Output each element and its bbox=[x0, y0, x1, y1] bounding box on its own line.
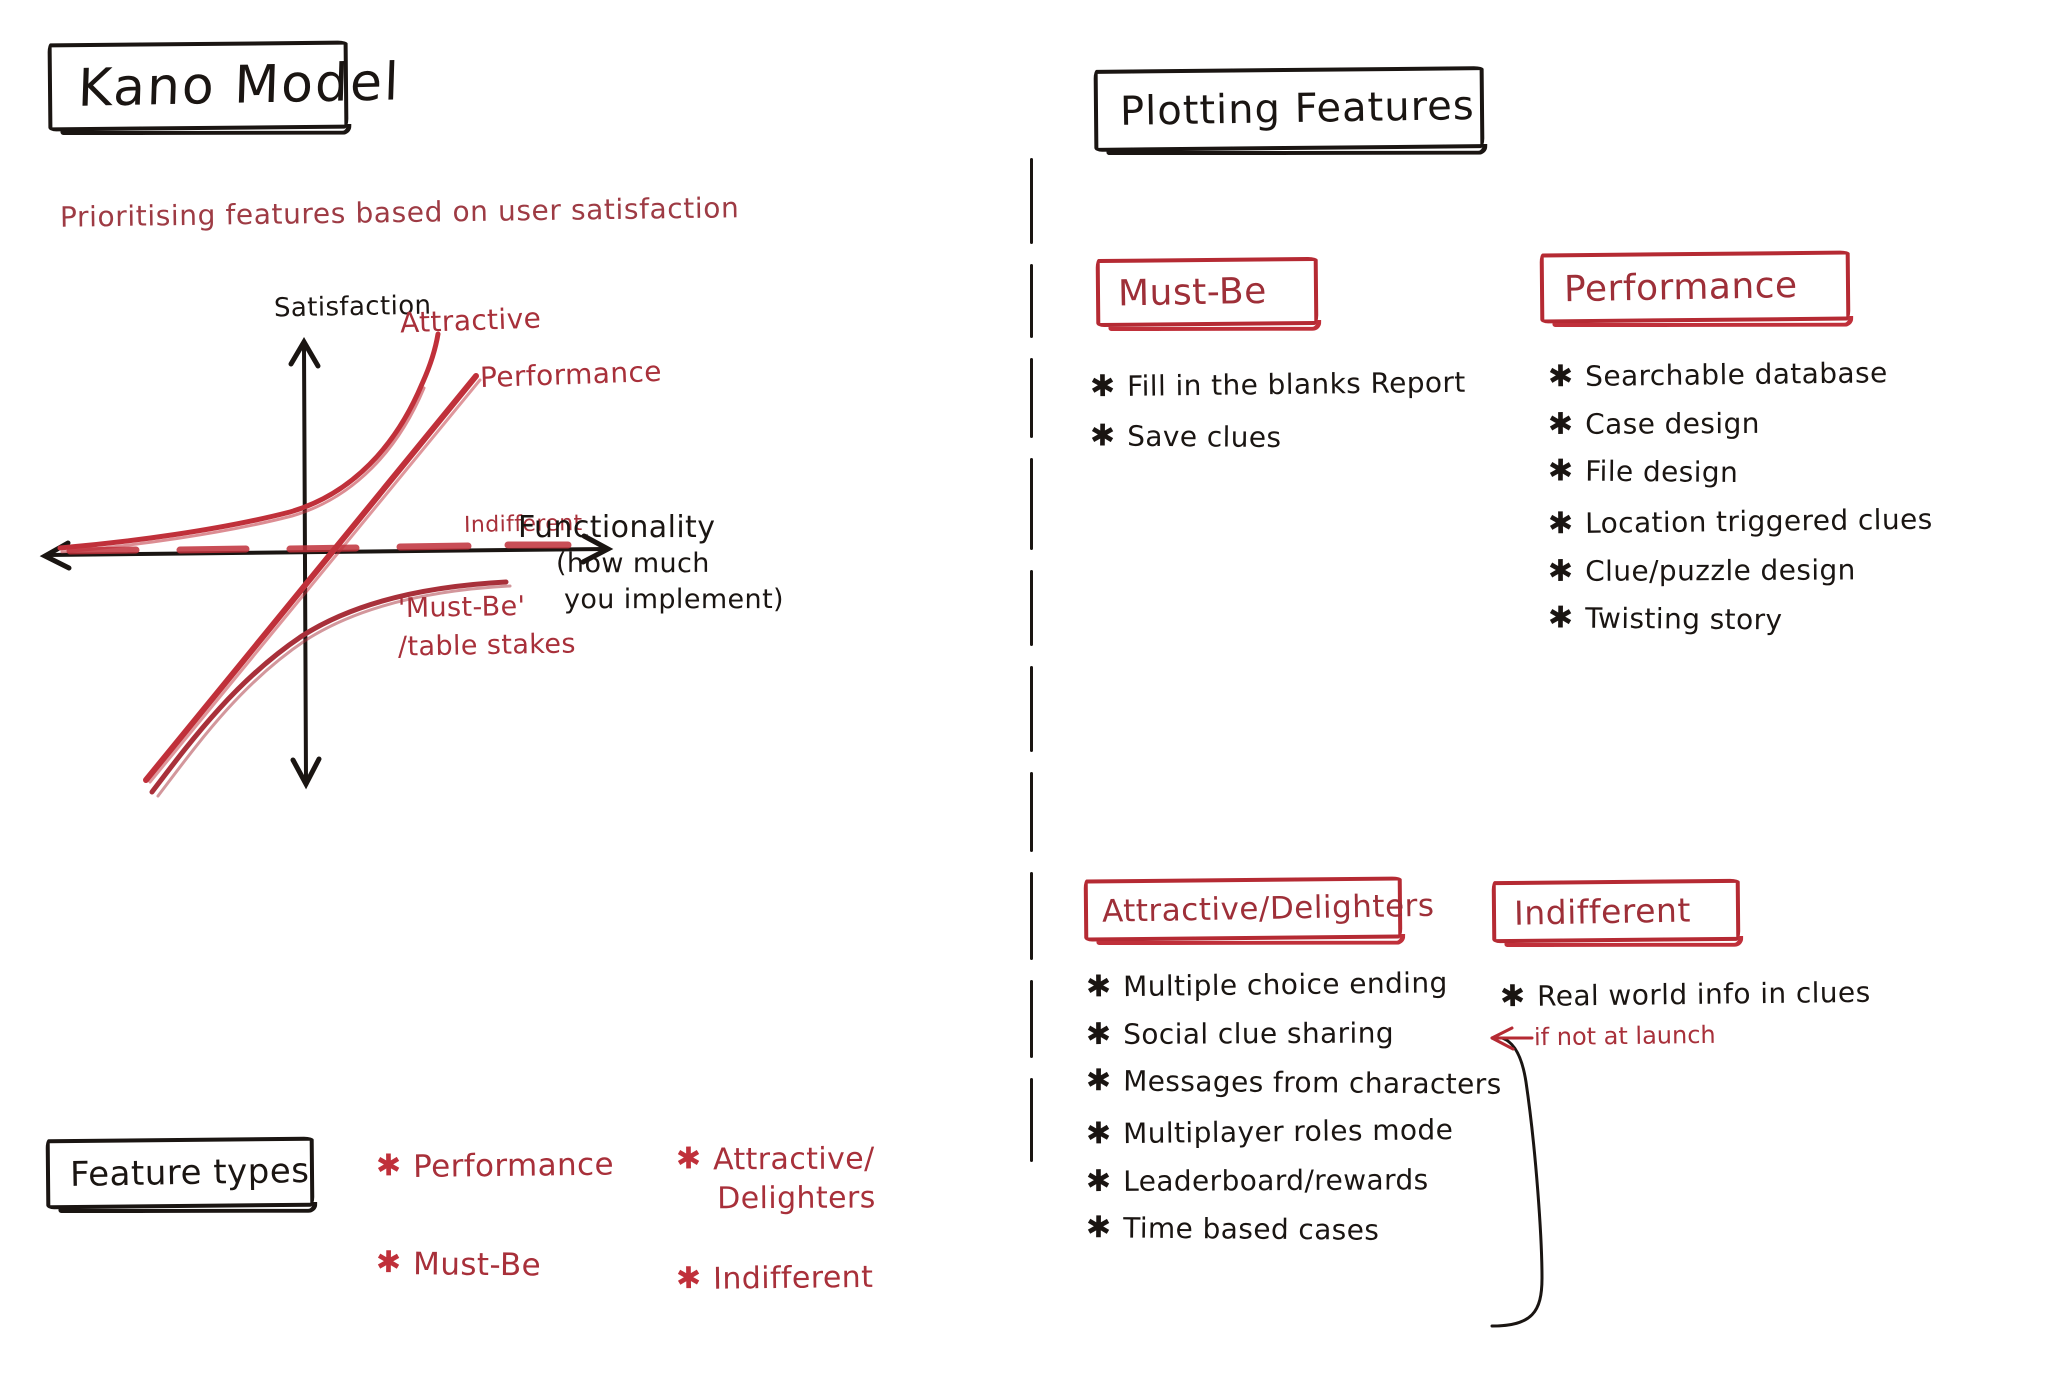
section-heading-box-indifferent: Indifferent bbox=[1491, 878, 1741, 944]
list-item-label: Location triggered clues bbox=[1584, 502, 1933, 540]
legend-item-attractive-delighters: ✱ Attractive/ Delighters bbox=[676, 1141, 876, 1217]
series-label-performance: Performance bbox=[479, 354, 663, 395]
asterisk-icon: ✱ bbox=[1089, 418, 1116, 454]
asterisk-icon: ✱ bbox=[1547, 506, 1574, 542]
list-item: ✱ Location triggered clues bbox=[1547, 502, 1933, 542]
asterisk-icon: ✱ bbox=[1085, 1164, 1112, 1200]
asterisk-icon: ✱ bbox=[1547, 359, 1574, 395]
page-title: Kano Model bbox=[76, 52, 402, 119]
page-subtitle: Prioritising features based on user sati… bbox=[59, 191, 740, 234]
legend-item-must-be: ✱ Must-Be bbox=[375, 1244, 614, 1285]
list-item: ✱ Twisting story bbox=[1547, 600, 1933, 637]
list-item-label: Searchable database bbox=[1584, 356, 1888, 393]
legend-column-one: ✱ Performance ✱ Must-Be bbox=[375, 1147, 614, 1299]
plotting-features-title-box: Plotting Features bbox=[1093, 66, 1485, 152]
asterisk-icon: ✱ bbox=[1089, 368, 1116, 405]
list-item-label: Case design bbox=[1585, 406, 1760, 441]
asterisk-icon: ✱ bbox=[1085, 1210, 1112, 1246]
asterisk-icon: ✱ bbox=[1547, 554, 1574, 590]
asterisk-icon: ✱ bbox=[675, 1141, 702, 1177]
x-axis-label: Functionality bbox=[518, 510, 716, 545]
legend-item-label-line-2: Delighters bbox=[717, 1180, 876, 1217]
legend-item-label: Indifferent bbox=[712, 1259, 874, 1297]
kano-model-title-box: Kano Model bbox=[47, 40, 402, 132]
list-item-label: Twisting story bbox=[1585, 601, 1783, 637]
asterisk-icon: ✱ bbox=[1547, 453, 1574, 489]
asterisk-icon: ✱ bbox=[1085, 1116, 1112, 1152]
asterisk-icon: ✱ bbox=[375, 1244, 402, 1280]
section-heading-box-attractive-delighters: Attractive/Delighters bbox=[1083, 876, 1435, 942]
asterisk-icon: ✱ bbox=[675, 1260, 702, 1296]
legend-item-label-line-1: Attractive/ bbox=[712, 1141, 875, 1178]
asterisk-icon: ✱ bbox=[1547, 406, 1574, 443]
legend-item-label: Must-Be bbox=[412, 1245, 542, 1283]
section-items-performance: ✱ Searchable database ✱ Case design ✱ Fi… bbox=[1547, 356, 1933, 652]
section-heading-box-must-be: Must-Be bbox=[1095, 256, 1319, 328]
list-item-label: Multiple choice ending bbox=[1122, 966, 1448, 1004]
section-heading-performance: Performance bbox=[1563, 264, 1798, 310]
list-item: ✱ Multiple choice ending bbox=[1085, 965, 1502, 1005]
list-item: ✱ Case design bbox=[1547, 406, 1933, 443]
list-item: ✱ Save clues bbox=[1089, 418, 1466, 455]
list-item-label: Real world info in clues bbox=[1536, 975, 1871, 1013]
list-item-label: Save clues bbox=[1127, 419, 1282, 455]
asterisk-icon: ✱ bbox=[1085, 969, 1112, 1005]
section-heading-indifferent: Indifferent bbox=[1513, 890, 1692, 933]
annotation-if-not-at-launch: if not at launch bbox=[1533, 1020, 1716, 1052]
legend-item-label: Performance bbox=[412, 1146, 615, 1185]
list-item-label: Clue/puzzle design bbox=[1585, 553, 1856, 588]
series-label-must-be-line-2: /table stakes bbox=[397, 628, 577, 663]
series-label-attractive: Attractive bbox=[399, 301, 542, 340]
list-item: ✱ Searchable database bbox=[1548, 356, 1933, 394]
asterisk-icon: ✱ bbox=[1499, 978, 1526, 1015]
list-item-label: File design bbox=[1585, 454, 1739, 490]
legend-item-performance: ✱ Performance bbox=[376, 1147, 614, 1186]
section-heading-attractive-delighters: Attractive/Delighters bbox=[1101, 887, 1435, 930]
x-axis-note-line-2: you implement) bbox=[564, 584, 784, 615]
series-label-must-be-line-1: 'Must-Be' bbox=[397, 590, 526, 625]
annotation-connector-arrow bbox=[1490, 1026, 1544, 1328]
right-panel-title: Plotting Features bbox=[1119, 82, 1475, 135]
section-items-must-be: ✱ Fill in the blanks Report ✱ Save clues bbox=[1089, 365, 1466, 470]
asterisk-icon: ✱ bbox=[1547, 600, 1574, 636]
asterisk-icon: ✱ bbox=[1085, 1016, 1112, 1053]
kano-chart: Satisfaction Attractive Performance Indi… bbox=[39, 280, 784, 820]
list-item: ✱ File design bbox=[1547, 453, 1933, 490]
section-heading-box-performance: Performance bbox=[1539, 250, 1851, 324]
series-performance bbox=[143, 373, 482, 784]
list-item-label: Social clue sharing bbox=[1123, 1016, 1395, 1051]
series-attractive bbox=[57, 331, 441, 554]
legend-column-two: ✱ Attractive/ Delighters ✱ Indifferent bbox=[676, 1141, 876, 1312]
feature-types-legend-box: Feature types bbox=[45, 1136, 315, 1210]
list-item: ✱ Clue/puzzle design bbox=[1547, 553, 1933, 590]
list-item: ✱ Fill in the blanks Report bbox=[1089, 365, 1466, 405]
asterisk-icon: ✱ bbox=[1085, 1063, 1112, 1099]
asterisk-icon: ✱ bbox=[375, 1148, 402, 1184]
list-item-label: Time based cases bbox=[1123, 1211, 1380, 1247]
panel-divider bbox=[1030, 158, 1033, 1182]
feature-types-label: Feature types bbox=[69, 1150, 310, 1195]
whiteboard-canvas: Kano Model Prioritising features based o… bbox=[0, 0, 2070, 1373]
legend-item-indifferent: ✱ Indifferent bbox=[676, 1260, 876, 1298]
y-axis bbox=[288, 337, 322, 790]
list-item: ✱ Real world info in clues bbox=[1499, 975, 1871, 1015]
x-axis-note-line-1: (how much bbox=[556, 548, 710, 579]
section-heading-must-be: Must-Be bbox=[1117, 270, 1268, 315]
list-item-label: Fill in the blanks Report bbox=[1126, 365, 1466, 403]
